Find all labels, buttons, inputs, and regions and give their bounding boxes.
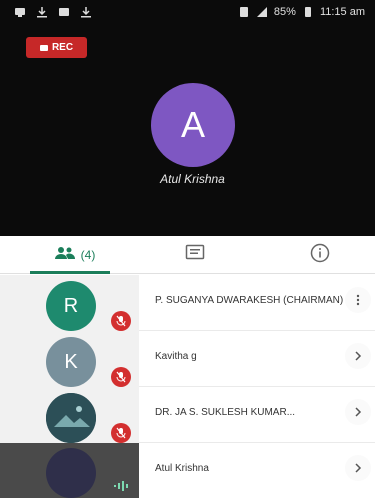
download-icon [36, 6, 48, 18]
battery-level: 85% [273, 6, 296, 18]
participant-name: DR. JA S. SUKLESH KUMAR... [155, 407, 296, 418]
participant-row[interactable]: DR. JA S. SUKLESH KUMAR... [0, 387, 375, 443]
clock: 11:15 am [319, 6, 365, 18]
active-speaker-name: Atul Krishna [160, 172, 225, 186]
tab-people[interactable]: (4) [30, 236, 120, 274]
video-area: 85% 11:15 am REC A Atul Krishna [0, 0, 375, 236]
message-icon [58, 6, 70, 18]
battery-icon [302, 6, 314, 18]
info-icon [310, 243, 330, 268]
landscape-photo-icon [46, 393, 96, 443]
signal-icon [256, 6, 268, 18]
mic-muted-icon [111, 311, 131, 331]
tab-info[interactable] [275, 236, 365, 274]
record-icon [39, 44, 48, 51]
audio-level-icon [113, 479, 131, 491]
participant-avatar [46, 393, 96, 443]
chat-icon [185, 244, 205, 267]
participant-name: Kavitha g [155, 351, 197, 362]
download-icon [80, 6, 92, 18]
participant-row[interactable]: R P. SUGANYA DWARAKESH (CHAIRMAN) [0, 275, 375, 331]
people-count: (4) [80, 248, 96, 262]
people-icon [54, 246, 75, 265]
active-tab-indicator [30, 271, 110, 274]
participant-thumbnail: K [0, 331, 139, 387]
participant-name: P. SUGANYA DWARAKESH (CHAIRMAN) [155, 295, 344, 306]
chevron-right-icon[interactable] [345, 399, 371, 425]
participant-avatar [46, 448, 96, 498]
self-video-thumbnail [0, 443, 139, 498]
participant-thumbnail [0, 387, 139, 443]
sim-icon [238, 6, 250, 18]
participant-name: Atul Krishna [155, 463, 209, 474]
participant-row[interactable]: Atul Krishna [0, 443, 375, 498]
participant-list: R P. SUGANYA DWARAKESH (CHAIRMAN) K Kavi… [0, 275, 375, 498]
participant-thumbnail: R [0, 275, 139, 331]
participant-row[interactable]: K Kavitha g [0, 331, 375, 387]
participant-avatar: K [46, 337, 96, 387]
more-options-button[interactable] [345, 287, 371, 313]
tab-bar: (4) [0, 236, 375, 274]
chevron-right-icon[interactable] [345, 455, 371, 481]
active-speaker-avatar: A [151, 83, 235, 167]
tab-chat[interactable] [150, 236, 240, 274]
recording-badge: REC [26, 37, 87, 58]
mic-muted-icon [111, 423, 131, 443]
mic-muted-icon [111, 367, 131, 387]
notification-icon [14, 6, 26, 18]
recording-label: REC [51, 42, 74, 53]
status-bar: 85% 11:15 am [0, 0, 375, 28]
participant-avatar: R [46, 281, 96, 331]
chevron-right-icon[interactable] [345, 343, 371, 369]
